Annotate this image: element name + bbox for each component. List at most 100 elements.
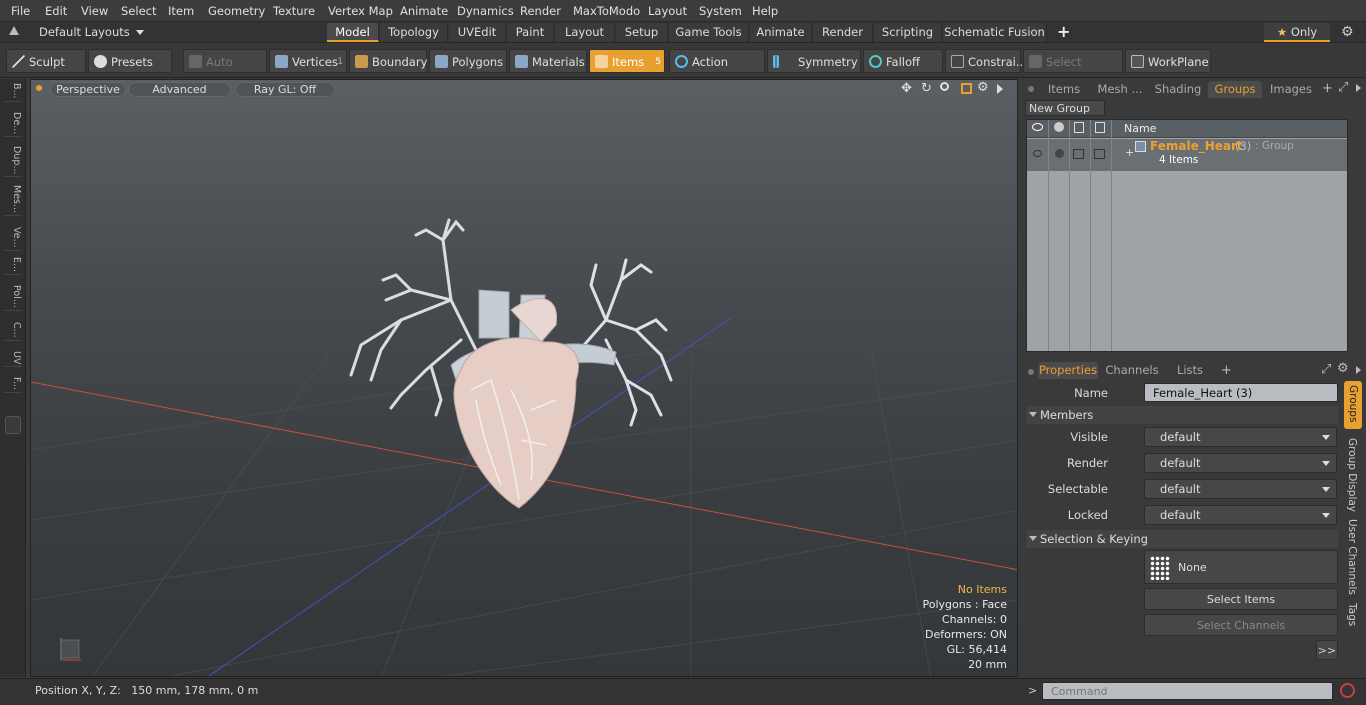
only-toggle[interactable]: ★ Only <box>1264 23 1330 42</box>
menu-system[interactable]: System <box>699 4 742 18</box>
menu-help[interactable]: Help <box>752 4 778 18</box>
strip-tab-curve[interactable]: C... <box>4 322 22 341</box>
tab-shading[interactable]: Shading <box>1152 81 1204 98</box>
prop-gear-icon[interactable]: ⚙ <box>1337 361 1349 376</box>
row-selectable-checkbox[interactable] <box>1073 149 1084 159</box>
gear-icon[interactable]: ⚙ <box>1341 24 1354 40</box>
render-dropdown[interactable]: default <box>1144 453 1337 473</box>
members-section[interactable]: Members <box>1026 406 1338 424</box>
polygons-button[interactable]: Polygons <box>429 49 507 73</box>
menu-view[interactable]: View <box>81 4 108 18</box>
side-tab-user-channels[interactable]: User Channels <box>1346 519 1358 595</box>
tab-animate[interactable]: Animate <box>750 23 812 42</box>
menu-item[interactable]: Item <box>168 4 194 18</box>
strip-tab-uv[interactable]: UV <box>4 351 22 368</box>
menu-edit[interactable]: Edit <box>45 4 67 18</box>
row-eye-icon[interactable] <box>1033 150 1042 157</box>
menu-animate[interactable]: Animate <box>400 4 448 18</box>
select-channels-button[interactable]: Select Channels <box>1144 614 1338 636</box>
strip-tab-fusion[interactable]: F... <box>4 377 22 393</box>
prop-expand-icon[interactable]: ⤢ <box>1321 362 1331 377</box>
visible-dropdown[interactable]: default <box>1144 427 1337 447</box>
strip-tab-mesh-edit[interactable]: Mes... <box>4 185 22 217</box>
lock-icon[interactable] <box>1095 122 1105 133</box>
vertices-button[interactable]: Vertices 1 <box>269 49 347 73</box>
layout-lock-icon[interactable] <box>9 26 19 35</box>
record-macro-icon[interactable] <box>1340 683 1355 698</box>
expand-plus-icon[interactable]: + <box>1125 146 1134 159</box>
viewport-settings-icon[interactable]: ⚙ <box>977 80 989 95</box>
auto-select-button[interactable]: Auto Select <box>183 49 267 93</box>
side-tab-group-display[interactable]: Group Display <box>1346 438 1358 512</box>
tab-lists[interactable]: Lists <box>1168 362 1212 379</box>
menu-maxtomodo[interactable]: MaxToModo <box>573 4 640 18</box>
menu-layout[interactable]: Layout <box>648 4 687 18</box>
menu-geometry[interactable]: Geometry <box>208 4 265 18</box>
rotate-view-icon[interactable]: ↻ <box>921 81 932 96</box>
select-through-button[interactable]: Select Through <box>1023 49 1123 93</box>
side-tab-groups[interactable]: Groups <box>1344 381 1362 429</box>
tab-channels[interactable]: Channels <box>1104 362 1160 379</box>
zoom-view-icon[interactable] <box>940 82 949 91</box>
menu-dynamics[interactable]: Dynamics <box>457 4 514 18</box>
move-view-icon[interactable]: ✥ <box>901 81 912 96</box>
menu-file[interactable]: File <box>11 4 30 18</box>
visibility-eye-icon[interactable] <box>1032 123 1043 131</box>
strip-tab-vertex[interactable]: Ve... <box>4 227 22 251</box>
perspective-dropdown[interactable]: Perspective <box>50 82 126 97</box>
panel-menu-dot[interactable] <box>1028 86 1034 92</box>
tab-setup[interactable]: Setup <box>616 23 668 42</box>
workplane-button[interactable]: WorkPlane <box>1125 49 1211 73</box>
menu-select[interactable]: Select <box>121 4 156 18</box>
tab-groups[interactable]: Groups <box>1208 81 1262 98</box>
add-tab-icon[interactable]: + <box>1057 22 1070 41</box>
render-icon[interactable] <box>1054 122 1064 132</box>
selection-keying-section[interactable]: Selection & Keying <box>1026 530 1338 548</box>
viewport-expand-icon[interactable] <box>997 84 1003 94</box>
menu-render[interactable]: Render <box>520 4 561 18</box>
strip-tab-duplicate[interactable]: Dup... <box>4 146 22 178</box>
panel-expand-icon[interactable]: ⤢ <box>1338 80 1348 95</box>
more-button[interactable]: >> <box>1316 640 1338 660</box>
items-button[interactable]: Items 5 <box>589 49 665 73</box>
name-field[interactable]: Female_Heart (3) <box>1144 383 1338 402</box>
prop-arrow-icon[interactable] <box>1356 366 1361 374</box>
menu-vertex-map[interactable]: Vertex Map <box>328 4 393 18</box>
3d-viewport[interactable]: Perspective Advanced Ray GL: Off ✥ ↻ ⚙ N… <box>30 79 1018 677</box>
strip-tab-deform[interactable]: De... <box>4 112 22 138</box>
menu-texture[interactable]: Texture <box>273 4 315 18</box>
tab-model[interactable]: Model <box>327 23 379 42</box>
group-row-female-heart[interactable]: + Female_Heart (3) : Group 4 Items <box>1027 139 1347 171</box>
selectable-dropdown[interactable]: default <box>1144 479 1337 499</box>
boundary-button[interactable]: Boundary <box>349 49 427 73</box>
keying-none-button[interactable]: None <box>1144 550 1338 584</box>
fit-view-icon[interactable] <box>961 83 972 94</box>
strip-tab-basic[interactable]: B... <box>4 83 22 102</box>
select-items-button[interactable]: Select Items <box>1144 588 1338 610</box>
heart-model[interactable] <box>349 218 673 509</box>
tab-game-tools[interactable]: Game Tools <box>669 23 749 42</box>
presets-button[interactable]: Presets <box>88 49 172 73</box>
strip-collapse-button[interactable] <box>5 416 21 434</box>
tab-items[interactable]: Items <box>1042 81 1086 98</box>
viewport-menu-dot[interactable] <box>36 85 42 91</box>
materials-button[interactable]: Materials <box>509 49 587 73</box>
selectable-icon[interactable] <box>1074 122 1084 133</box>
row-lock-checkbox[interactable] <box>1094 149 1105 159</box>
tab-topology[interactable]: Topology <box>380 23 448 42</box>
advanced-dropdown[interactable]: Advanced <box>128 82 231 97</box>
strip-tab-edge[interactable]: E... <box>4 257 22 276</box>
locked-dropdown[interactable]: default <box>1144 505 1337 525</box>
tab-properties[interactable]: Properties <box>1038 362 1098 379</box>
command-input[interactable] <box>1042 682 1333 700</box>
panel-arrow-icon[interactable] <box>1356 84 1361 92</box>
strip-tab-polygon[interactable]: Pol... <box>4 285 22 311</box>
properties-menu-dot[interactable] <box>1028 369 1034 375</box>
side-tab-tags[interactable]: Tags <box>1346 603 1358 626</box>
tab-mesh[interactable]: Mesh ... <box>1090 81 1150 98</box>
add-prop-tab-icon[interactable]: + <box>1221 363 1232 378</box>
new-group-button[interactable]: New Group <box>1025 100 1105 116</box>
add-panel-tab-icon[interactable]: + <box>1322 81 1333 96</box>
constraints-button[interactable]: Constrai... <box>945 49 1027 73</box>
raygl-dropdown[interactable]: Ray GL: Off <box>235 82 335 97</box>
